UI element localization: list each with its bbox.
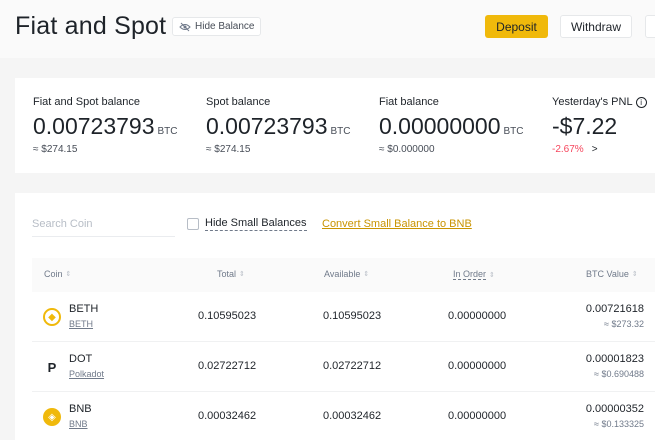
fiat-balance-label: Fiat balance [379,96,439,108]
balance-summary: Fiat and Spot balance 0.00723793 BTC ≈ $2… [15,78,655,173]
asset-panel: Hide Small Balances Convert Small Balanc… [15,193,655,440]
pnl-label-row: Yesterday's PNL i [552,96,647,108]
sort-icon: ⇕ [65,271,72,278]
sort-icon: ⇕ [489,271,495,279]
convert-to-bnb-link[interactable]: Convert Small Balance to BNB [322,218,472,230]
in-order-value: 0.00000000 [448,410,507,422]
coin-name-link[interactable]: Polkadot [69,369,104,379]
column-total[interactable]: Total ⇕ [217,269,245,279]
usd-amount: ≈ $0.133325 [594,419,644,429]
btc-value: 0.00001823 ≈ $0.690488 [586,353,644,379]
search-coin-input[interactable] [32,211,175,237]
hide-small-label: Hide Small Balances [205,217,307,231]
table-header: Coin ⇕ Total ⇕ Available ⇕ In Order ⇕ BTC Va… [32,258,655,292]
pnl-label: Yesterday's PNL [552,96,633,108]
deposit-button[interactable]: Deposit [485,15,548,38]
spot-balance-value: 0.00723793 BTC [206,113,351,139]
fiat-spot-balance-usd: ≈ $274.15 [33,144,78,155]
spot-balance-usd: ≈ $274.15 [206,144,251,155]
sort-icon: ⇕ [363,271,370,278]
total-value: 0.00032462 [198,410,257,422]
coin-symbol: DOT [69,353,93,365]
pnl-percent: -2.67% [552,144,584,155]
chevron-right-icon[interactable]: > [592,144,598,155]
info-icon[interactable]: i [635,96,647,108]
in-order-value: 0.00000000 [448,360,507,372]
beth-coin-icon: ◆ [43,308,61,326]
column-available[interactable]: Available ⇕ [324,269,369,279]
hide-small-balances[interactable]: Hide Small Balances [187,217,307,231]
coin-name-link[interactable]: BETH [69,319,93,329]
pnl-sub: -2.67% > [552,144,647,155]
btc-unit: BTC [503,126,524,137]
fiat-balance-value: 0.00000000 BTC [379,113,524,139]
yesterday-pnl: Yesterday's PNL i -$7.22 -2.67% > [552,96,647,155]
column-btc-value[interactable]: BTC Value ⇕ [586,269,638,279]
withdraw-button[interactable]: Withdraw [560,15,632,38]
sort-icon: ⇕ [631,271,638,278]
sort-icon: ⇕ [239,271,245,278]
spot-balance: Spot balance 0.00723793 BTC ≈ $274.15 [206,96,351,155]
available-value: 0.10595023 [323,310,382,322]
table-row[interactable]: ◈ BNB BNB 0.00032462 0.00032462 0.000000… [32,392,655,440]
bnb-coin-icon: ◈ [43,408,61,426]
column-coin[interactable]: Coin ⇕ [44,269,71,279]
usd-amount: ≈ $273.32 [604,319,644,329]
btc-unit: BTC [157,126,178,137]
btc-value: 0.00721618 ≈ $273.32 [586,303,644,329]
fiat-spot-balance-value: 0.00723793 BTC [33,113,178,139]
column-in-order[interactable]: In Order ⇕ [453,269,495,280]
hide-small-checkbox[interactable] [187,218,199,230]
available-value: 0.00032462 [323,410,382,422]
coin-symbol: BETH [69,303,99,315]
fiat-spot-balance-label: Fiat and Spot balance [33,96,141,108]
hide-balance-label: Hide Balance [195,21,255,32]
pnl-value: -$7.22 [552,113,618,139]
fiat-balance: Fiat balance 0.00000000 BTC ≈ $0.000000 [379,96,524,155]
table-row[interactable]: P DOT Polkadot 0.02722712 0.02722712 0.0… [32,342,655,392]
polkadot-coin-icon: P [43,358,61,376]
eye-slash-icon [179,22,191,31]
total-value: 0.10595023 [198,310,257,322]
btc-amount: 0.00001823 [585,353,644,365]
coin-name-link[interactable]: BNB [69,419,88,429]
fiat-balance-usd: ≈ $0.000000 [379,144,435,155]
available-value: 0.02722712 [323,360,382,372]
page-title: Fiat and Spot [15,12,167,40]
spot-balance-label: Spot balance [206,96,271,108]
more-button[interactable] [645,15,655,38]
btc-amount: 0.00000352 [585,403,644,415]
in-order-value: 0.00000000 [448,310,507,322]
btc-unit: BTC [330,126,351,137]
page-header: Fiat and Spot Hide Balance Deposit Withd… [0,0,655,58]
hide-balance-toggle[interactable]: Hide Balance [172,17,262,36]
btc-amount: 0.00721618 [585,303,644,315]
usd-amount: ≈ $0.690488 [594,369,644,379]
btc-value: 0.00000352 ≈ $0.133325 [586,403,644,429]
coin-symbol: BNB [69,403,92,415]
total-value: 0.02722712 [198,360,257,372]
fiat-spot-balance: Fiat and Spot balance 0.00723793 BTC ≈ $2… [33,96,178,155]
table-row[interactable]: ◆ BETH BETH 0.10595023 0.10595023 0.0000… [32,292,655,342]
